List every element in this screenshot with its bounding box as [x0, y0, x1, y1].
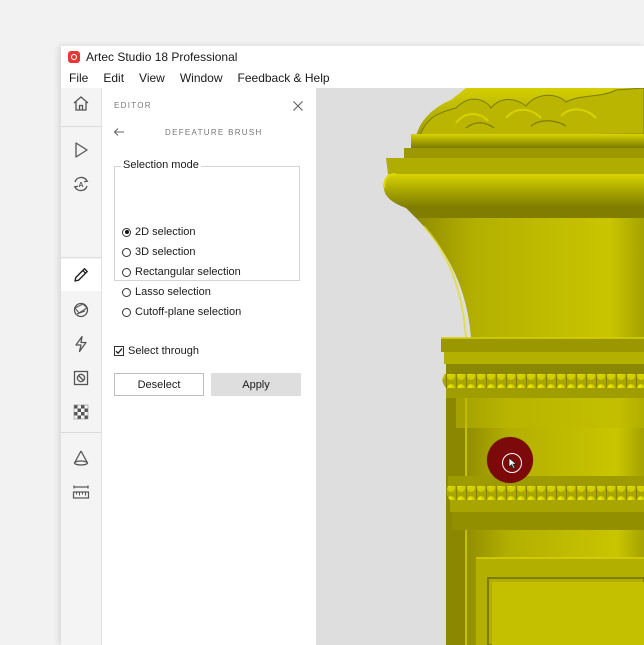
menu-edit[interactable]: Edit — [95, 71, 131, 85]
tool-fix[interactable] — [61, 362, 101, 394]
measure-icon — [72, 485, 90, 499]
radio-button[interactable] — [122, 247, 131, 257]
tool-texture[interactable] — [61, 294, 101, 326]
play-icon — [75, 142, 88, 158]
menu-feedback-help[interactable]: Feedback & Help — [230, 71, 337, 85]
radio-label: Rectangular selection — [135, 266, 241, 278]
apply-button[interactable]: Apply — [211, 373, 301, 396]
panel-title: EDITOR — [114, 101, 152, 110]
radio-button[interactable] — [122, 227, 131, 237]
window-title: Artec Studio 18 Professional — [86, 50, 238, 64]
menu-window[interactable]: Window — [172, 71, 230, 85]
checkbox-label: Select through — [128, 345, 199, 357]
radio-label: 2D selection — [135, 226, 196, 238]
pencil-icon — [74, 268, 88, 282]
brush-cursor — [487, 437, 533, 483]
radio-cutoff-plane-selection[interactable]: Cutoff-plane selection — [122, 305, 241, 319]
editor-panel: EDITOR DEFEATURE BRUSH Selection mode 2D… — [102, 88, 315, 645]
texture-icon — [73, 302, 89, 318]
select-through-checkbox[interactable]: Select through — [114, 344, 199, 358]
tool-subtitle: DEFEATURE BRUSH — [165, 128, 263, 137]
app-logo-icon — [68, 51, 80, 63]
radio-label: Lasso selection — [135, 286, 211, 298]
menu-file[interactable]: File — [61, 71, 95, 85]
checkerboard-icon — [73, 404, 89, 420]
tool-home[interactable] — [61, 88, 101, 120]
tool-fast-fusion[interactable] — [61, 328, 101, 360]
radio-button[interactable] — [122, 307, 131, 317]
radio-label: 3D selection — [135, 246, 196, 258]
selection-mode-group — [114, 166, 300, 281]
toolbar-divider — [61, 257, 101, 258]
check-icon — [115, 348, 123, 355]
close-icon[interactable] — [292, 100, 304, 112]
checkbox[interactable] — [114, 346, 124, 356]
menu-view[interactable]: View — [131, 71, 172, 85]
lightning-icon — [75, 335, 87, 353]
3d-viewport[interactable] — [316, 88, 644, 645]
tool-scan[interactable] — [61, 134, 101, 166]
toolbar-divider — [61, 432, 101, 433]
app-window: Artec Studio 18 Professional File Edit V… — [61, 46, 644, 645]
deselect-button[interactable]: Deselect — [114, 373, 204, 396]
radio-rectangular-selection[interactable]: Rectangular selection — [122, 265, 241, 279]
mouse-pointer-icon — [508, 457, 518, 469]
tool-texturize[interactable] — [61, 396, 101, 428]
radio-lasso-selection[interactable]: Lasso selection — [122, 285, 211, 299]
home-icon — [73, 96, 89, 111]
scanned-model — [383, 88, 644, 645]
menu-bar: File Edit View Window Feedback & Help — [61, 68, 644, 87]
back-arrow-icon[interactable] — [112, 126, 126, 138]
radio-2d-selection[interactable]: 2D selection — [122, 225, 196, 239]
radio-button[interactable] — [122, 287, 131, 297]
left-toolbar: A — [61, 88, 102, 645]
tool-measures[interactable] — [61, 476, 101, 508]
radio-button[interactable] — [122, 267, 131, 277]
cone-icon — [73, 450, 89, 466]
toolbar-divider — [61, 126, 101, 127]
tool-editor[interactable] — [61, 259, 101, 291]
fix-icon — [73, 370, 89, 386]
selection-mode-legend: Selection mode — [121, 159, 201, 171]
title-bar: Artec Studio 18 Professional — [61, 46, 644, 68]
tool-cad[interactable] — [61, 442, 101, 474]
tool-autopilot[interactable]: A — [61, 168, 101, 200]
radio-label: Cutoff-plane selection — [135, 306, 242, 318]
svg-text:A: A — [78, 182, 83, 189]
autopilot-icon: A — [73, 176, 89, 192]
radio-3d-selection[interactable]: 3D selection — [122, 245, 196, 259]
